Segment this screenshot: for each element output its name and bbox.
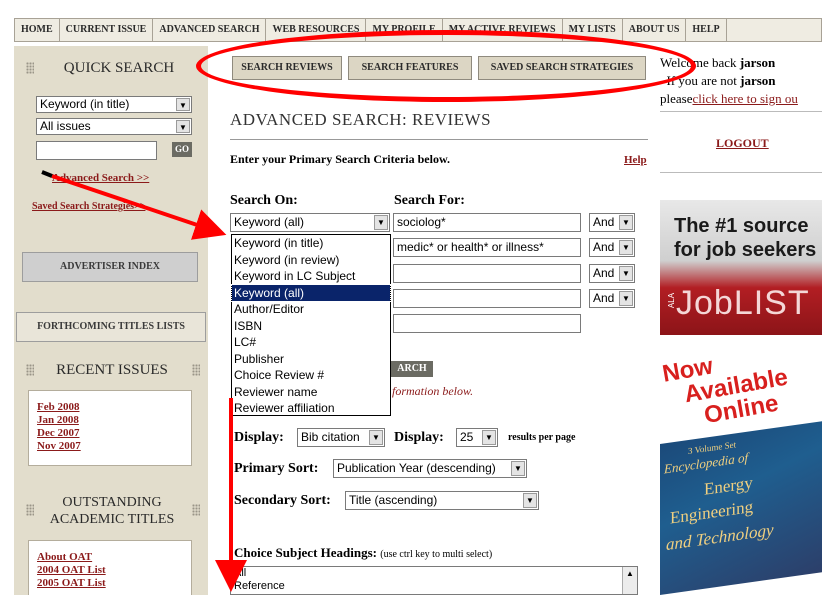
red-arrow-diagonal: [51, 174, 227, 240]
annotation-arrows: [41, 170, 247, 592]
black-arrow-segment: [41, 170, 53, 178]
